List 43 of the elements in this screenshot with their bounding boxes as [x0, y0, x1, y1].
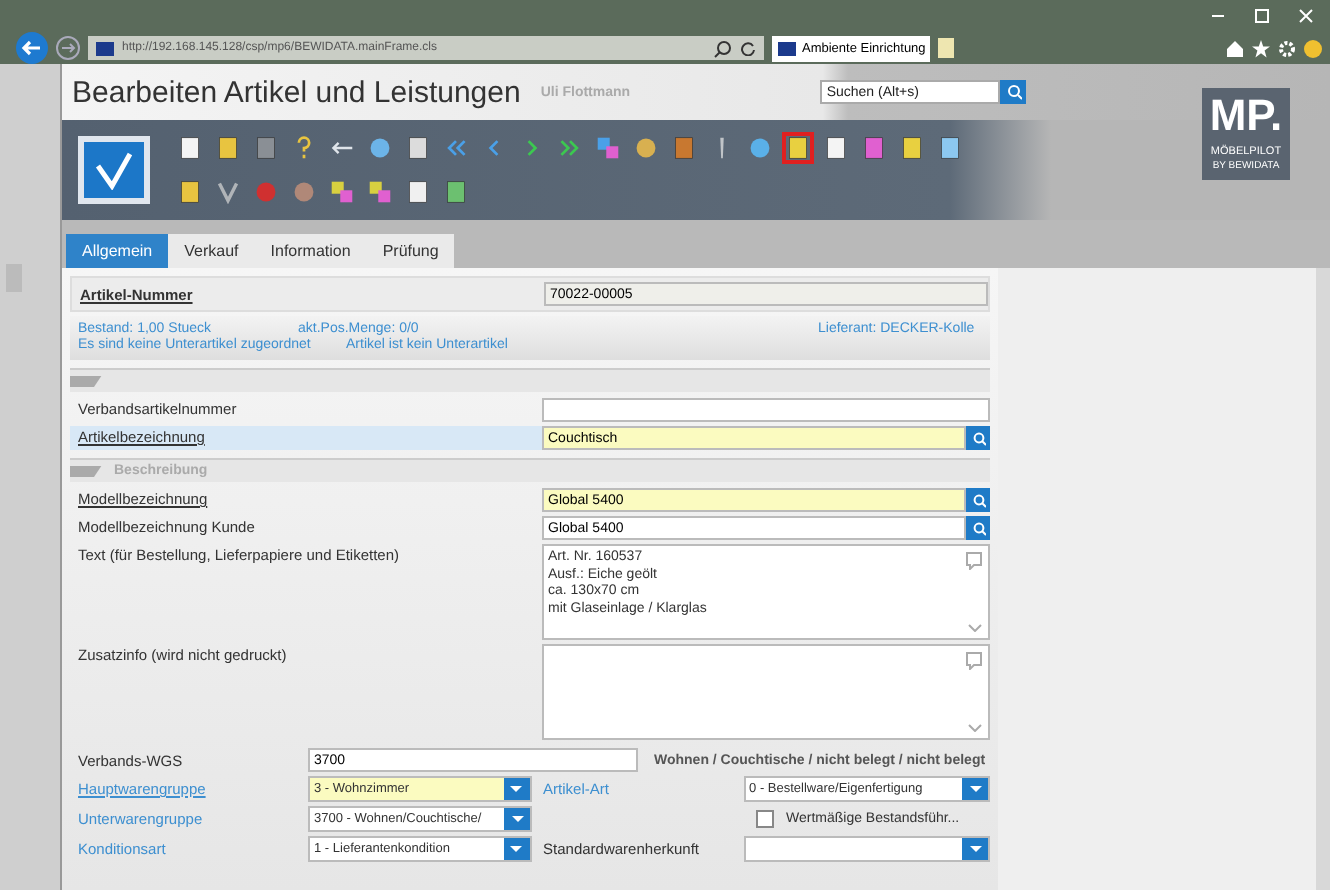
checkbox[interactable] [756, 810, 774, 828]
tab[interactable]: Prüfung [366, 234, 455, 268]
caret-icon [511, 816, 523, 822]
dropdown-button[interactable] [503, 838, 530, 860]
maximize-icon[interactable] [1254, 8, 1270, 24]
scrollbar[interactable] [1316, 268, 1330, 890]
comment-icon[interactable] [966, 652, 982, 670]
tab[interactable]: Verkauf [168, 234, 255, 268]
search-icon [971, 521, 985, 535]
settings-icon[interactable] [1278, 39, 1296, 57]
dropdown-button[interactable] [962, 778, 988, 800]
search-button[interactable] [1000, 80, 1027, 104]
scroll-down-icon[interactable] [968, 624, 982, 632]
search-icon [971, 493, 985, 507]
page-title: Bearbeiten Artikel und Leistungen [72, 75, 521, 109]
dropdown-button[interactable] [962, 838, 988, 860]
caret-icon [510, 786, 523, 792]
home-icon[interactable] [1226, 39, 1244, 57]
caret-icon [510, 846, 523, 852]
star-icon[interactable] [1252, 39, 1270, 57]
search-icon[interactable] [714, 39, 732, 57]
search-button[interactable] [966, 426, 990, 450]
close-icon[interactable] [1298, 8, 1314, 24]
dropdown[interactable] [743, 836, 990, 862]
refresh-icon[interactable] [740, 40, 756, 56]
site-icon [778, 41, 796, 55]
tab[interactable]: Allgemein [66, 234, 169, 268]
dropdown-button[interactable] [504, 808, 530, 830]
tab[interactable]: Information [254, 234, 367, 268]
forward-icon[interactable] [56, 36, 80, 60]
search-icon [971, 431, 985, 445]
site-icon [96, 41, 114, 55]
caret-icon [969, 786, 981, 792]
dropdown-button[interactable] [503, 778, 530, 800]
scroll-down-icon[interactable] [968, 724, 982, 732]
search-button[interactable] [966, 488, 990, 512]
caret-icon [969, 846, 981, 852]
back-icon[interactable] [16, 32, 48, 64]
input-field[interactable] [542, 398, 990, 422]
comment-icon[interactable] [966, 552, 982, 570]
save-button[interactable] [78, 136, 150, 204]
search-button[interactable] [966, 516, 990, 540]
check-icon [92, 150, 136, 190]
